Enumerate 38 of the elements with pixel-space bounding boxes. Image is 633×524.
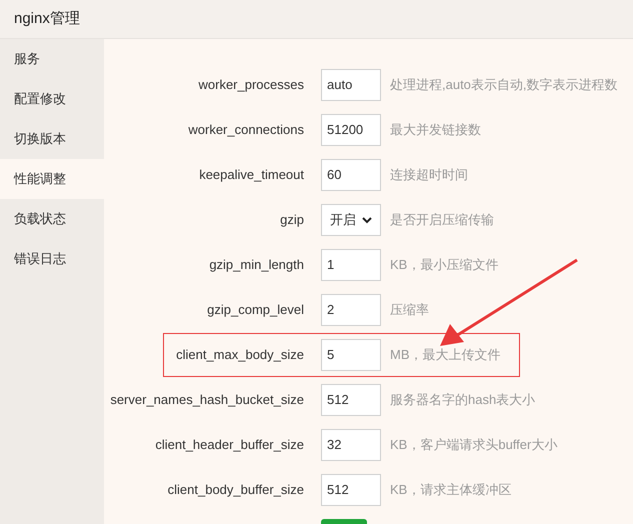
input-field[interactable]: 512 (321, 474, 381, 506)
setting-label: keepalive_timeout (198, 166, 304, 184)
input-field[interactable]: 2 (321, 294, 381, 326)
setting-label: worker_connections (187, 121, 304, 140)
sidebar-item[interactable]: 配置修改 (0, 79, 104, 119)
input-field[interactable]: 512 (321, 384, 381, 416)
setting-hint: KB，请求主体缓冲区 (390, 481, 512, 500)
sidebar-item[interactable]: 服务 (0, 39, 104, 79)
input-field[interactable]: 51200 (321, 114, 381, 146)
setting-hint: KB，最小压缩文件 (390, 256, 498, 274)
chevron-down-icon (362, 216, 372, 224)
input-field[interactable]: 32 (321, 429, 381, 461)
setting-hint: KB，客户端请求头buffer大小 (390, 436, 558, 454)
setting-label: gzip_min_length (208, 256, 304, 274)
sidebar-item[interactable]: 切换版本 (0, 119, 104, 159)
setting-label: gzip_comp_level (206, 301, 304, 320)
setting-hint: 是否开启压缩传输 (390, 211, 494, 230)
setting-hint: 最大并发链接数 (390, 121, 481, 140)
setting-label: client_header_buffer_size (154, 436, 304, 454)
setting-label: client_max_body_size (175, 346, 304, 364)
setting-hint: 压缩率 (390, 301, 429, 320)
setting-hint: 连接超时时间 (390, 166, 468, 184)
setting-label: server_names_hash_bucket_size (109, 391, 304, 410)
input-field[interactable]: auto (321, 69, 381, 101)
sidebar-item[interactable]: 错误日志 (0, 239, 104, 279)
input-field[interactable]: 1 (321, 249, 381, 281)
setting-label: client_body_buffer_size (166, 481, 304, 500)
sidebar-item[interactable]: 负载状态 (0, 199, 104, 239)
setting-hint: MB，最大上传文件 (390, 346, 500, 364)
window-title: nginx管理 (14, 8, 80, 29)
input-field[interactable]: 60 (321, 159, 381, 191)
input-field[interactable]: 5 (321, 339, 381, 371)
setting-label: gzip (279, 211, 304, 230)
setting-label: worker_processes (198, 76, 304, 94)
setting-hint: 处理进程,auto表示自动,数字表示进程数 (390, 76, 618, 94)
setting-hint: 服务器名字的hash表大小 (390, 391, 536, 410)
sidebar-item[interactable]: 性能调整 (0, 159, 104, 199)
select-field[interactable]: 开启 (321, 204, 381, 236)
